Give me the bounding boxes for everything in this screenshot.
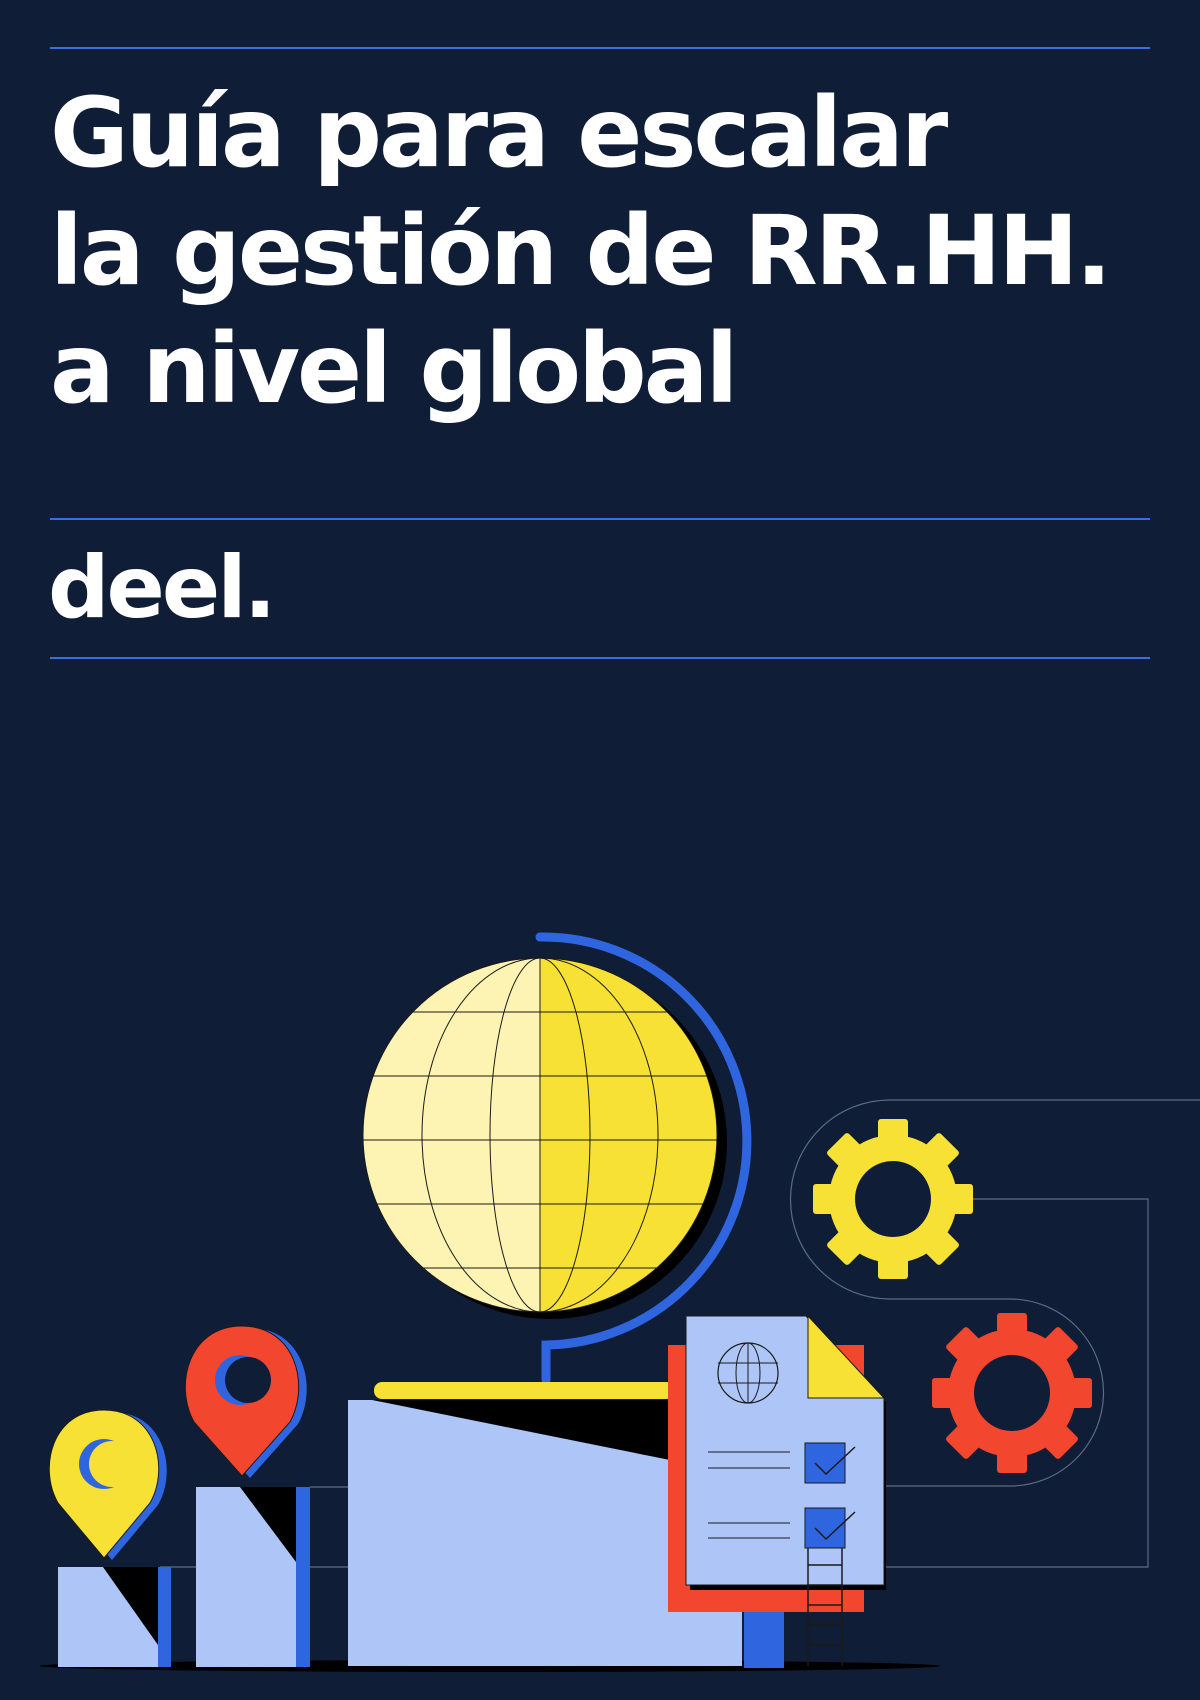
- document-post: [744, 1612, 784, 1668]
- cover-illustration: [40, 932, 1200, 1672]
- document-base-bar: [668, 1595, 864, 1612]
- location-pin-icon: [184, 1325, 307, 1478]
- gear-icon: [932, 1313, 1092, 1473]
- left-box: [58, 1567, 171, 1667]
- middle-box: [196, 1487, 310, 1667]
- location-pin-icon: [48, 1409, 167, 1560]
- gear-icon: [813, 1119, 973, 1279]
- shelf-top: [374, 1382, 674, 1399]
- globe-icon: [362, 957, 727, 1319]
